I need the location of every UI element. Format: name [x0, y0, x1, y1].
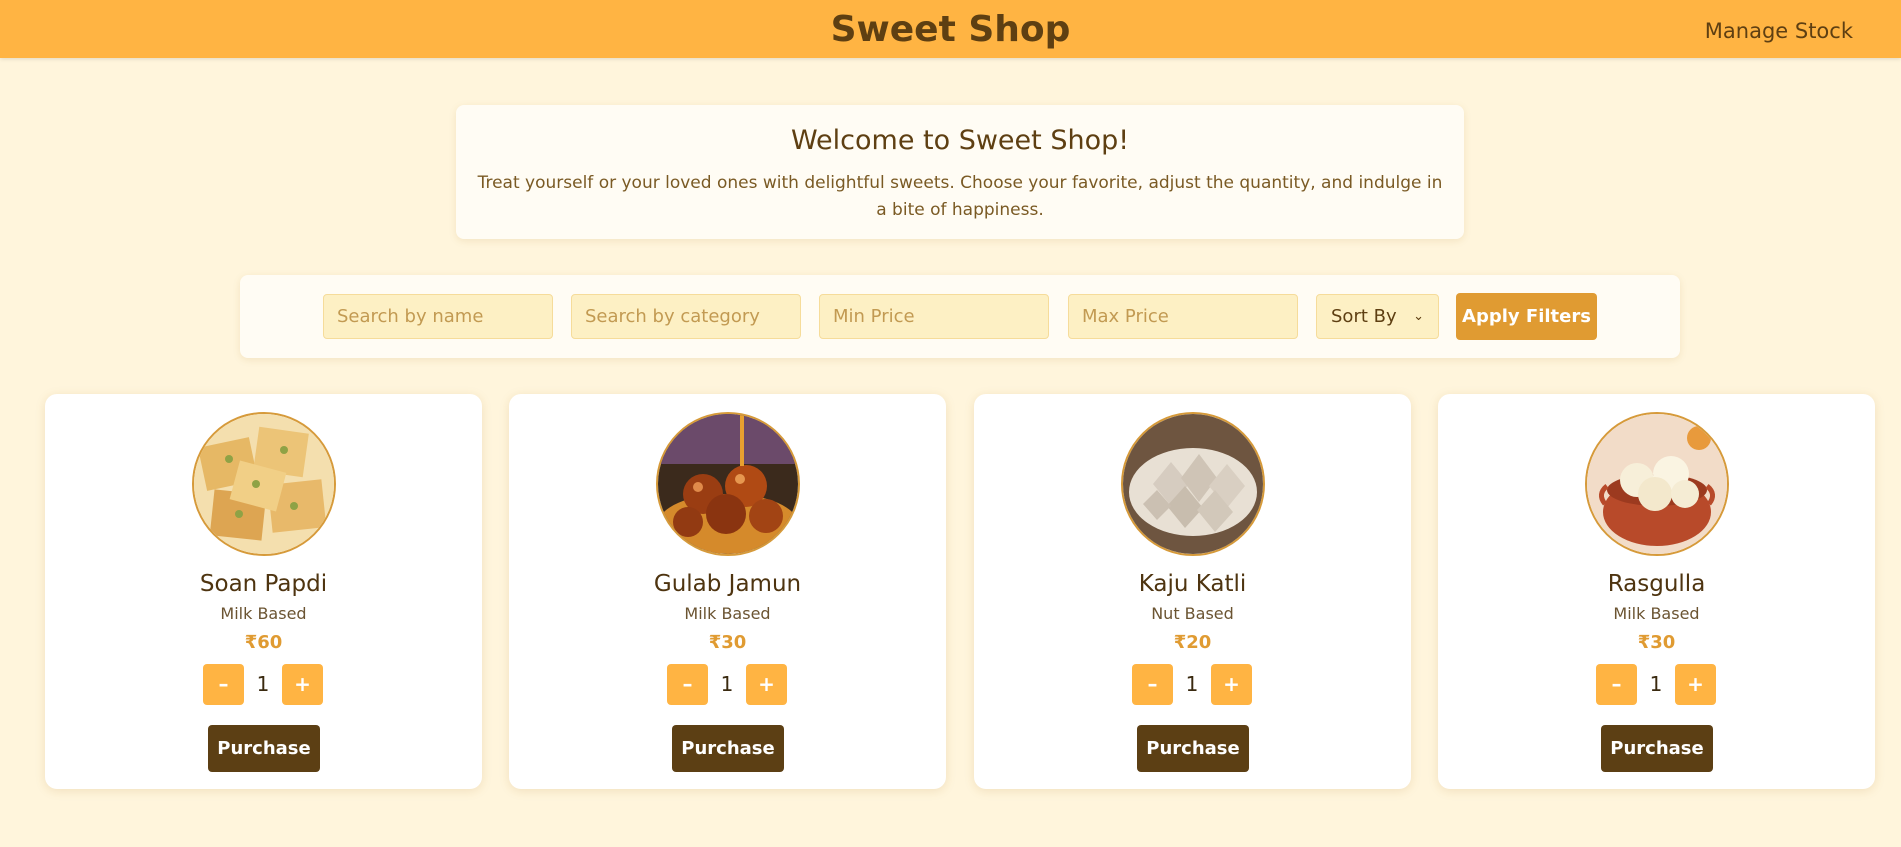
increase-quantity-button[interactable]: +: [1211, 664, 1252, 705]
decrease-quantity-button[interactable]: –: [667, 664, 708, 705]
quantity-value: 1: [1649, 672, 1663, 696]
manage-stock-link[interactable]: Manage Stock: [1705, 0, 1853, 58]
product-name: Gulab Jamun: [653, 571, 802, 597]
decrease-quantity-button[interactable]: –: [1132, 664, 1173, 705]
search-name-input[interactable]: [323, 294, 553, 339]
max-price-input[interactable]: [1068, 294, 1298, 339]
product-price: ₹30: [708, 632, 747, 653]
product-category: Nut Based: [1151, 604, 1234, 623]
product-name: Kaju Katli: [1138, 571, 1247, 597]
purchase-button[interactable]: Purchase: [208, 725, 320, 772]
welcome-panel: Welcome to Sweet Shop! Treat yourself or…: [456, 105, 1464, 239]
navbar: Sweet Shop Manage Stock: [0, 0, 1901, 58]
product-image: [1585, 412, 1729, 556]
decrease-quantity-button[interactable]: –: [1596, 664, 1637, 705]
sort-by-select[interactable]: Sort By ⌄: [1316, 294, 1439, 339]
product-price: ₹60: [244, 632, 283, 653]
product-category: Milk Based: [220, 604, 307, 623]
product-image: [192, 412, 336, 556]
product-price: ₹30: [1637, 632, 1676, 653]
product-card: Rasgulla Milk Based ₹30 – 1 + Purchase: [1438, 394, 1875, 789]
apply-filters-button[interactable]: Apply Filters: [1456, 293, 1597, 340]
increase-quantity-button[interactable]: +: [1675, 664, 1716, 705]
filter-bar: Sort By ⌄ Apply Filters: [240, 275, 1680, 358]
product-name: Soan Papdi: [199, 571, 328, 597]
welcome-text: Treat yourself or your loved ones with d…: [477, 173, 1443, 220]
sort-by-label: Sort By: [1331, 306, 1397, 327]
quantity-stepper: – 1 +: [509, 664, 946, 705]
product-price: ₹20: [1173, 632, 1212, 653]
product-card: Kaju Katli Nut Based ₹20 – 1 + Purchase: [974, 394, 1411, 789]
increase-quantity-button[interactable]: +: [746, 664, 787, 705]
welcome-title: Welcome to Sweet Shop!: [790, 125, 1130, 156]
product-image: [656, 412, 800, 556]
purchase-button[interactable]: Purchase: [1137, 725, 1249, 772]
min-price-input[interactable]: [819, 294, 1049, 339]
product-image: [1121, 412, 1265, 556]
purchase-button[interactable]: Purchase: [1601, 725, 1713, 772]
chevron-down-icon: ⌄: [1413, 309, 1424, 324]
site-title: Sweet Shop: [830, 9, 1071, 50]
increase-quantity-button[interactable]: +: [282, 664, 323, 705]
decrease-quantity-button[interactable]: –: [203, 664, 244, 705]
search-category-input[interactable]: [571, 294, 801, 339]
quantity-value: 1: [256, 672, 270, 696]
product-category: Milk Based: [1613, 604, 1700, 623]
product-card: Gulab Jamun Milk Based ₹30 – 1 + Purchas…: [509, 394, 946, 789]
quantity-stepper: – 1 +: [974, 664, 1411, 705]
quantity-value: 1: [720, 672, 734, 696]
quantity-stepper: – 1 +: [45, 664, 482, 705]
quantity-value: 1: [1185, 672, 1199, 696]
product-name: Rasgulla: [1607, 571, 1706, 597]
purchase-button[interactable]: Purchase: [672, 725, 784, 772]
product-category: Milk Based: [684, 604, 771, 623]
quantity-stepper: – 1 +: [1438, 664, 1875, 705]
product-card: Soan Papdi Milk Based ₹60 – 1 + Purchase: [45, 394, 482, 789]
